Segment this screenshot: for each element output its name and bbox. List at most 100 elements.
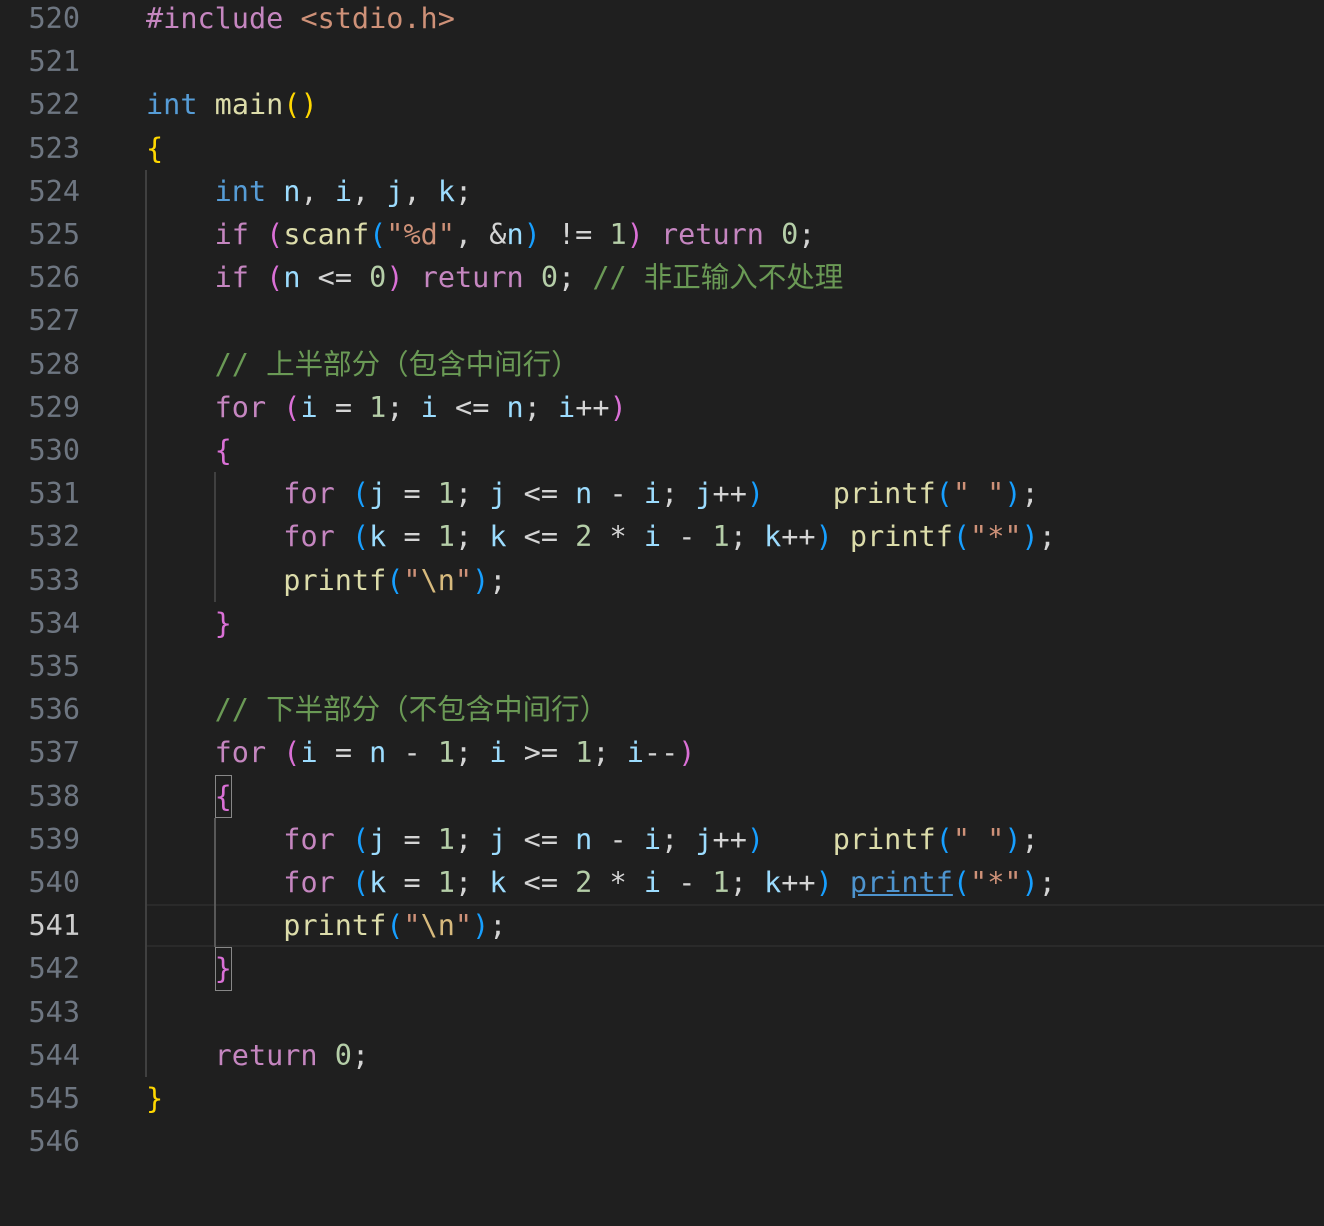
code-token: k <box>369 866 387 899</box>
code-token: " <box>454 909 473 943</box>
code-token: = <box>334 390 352 424</box>
code-token: = <box>403 822 421 856</box>
code-line[interactable]: 535 <box>0 645 1324 688</box>
code-text: if (n <= 0) return 0; // 非正输入不处理 <box>146 256 844 299</box>
code-line[interactable]: 545} <box>0 1077 1324 1120</box>
code-token: 1 <box>437 477 455 511</box>
code-line[interactable]: 531 for (j = 1; j <= n - i; j++) printf(… <box>0 472 1324 515</box>
code-line[interactable]: 544 return 0; <box>0 1034 1324 1077</box>
matched-bracket: } <box>214 947 232 991</box>
code-text: #include <stdio.h> <box>146 0 455 40</box>
code-line[interactable]: 533 printf("\n"); <box>0 559 1324 602</box>
code-text: } <box>146 947 232 991</box>
code-line[interactable]: 532 for (k = 1; k <= 2 * i - 1; k++) pri… <box>0 515 1324 558</box>
code-editor[interactable]: 520 #include <stdio.h> 521 522 int main() 523… <box>0 0 1324 1226</box>
code-token: j <box>386 174 404 208</box>
code-token: printf <box>283 909 387 943</box>
code-line[interactable]: 542 } <box>0 947 1324 991</box>
code-token: #include <box>146 2 284 35</box>
code-line[interactable]: 529 for (i = 1; i <= n; i++) <box>0 386 1324 429</box>
code-token: if <box>214 218 249 251</box>
code-token: ) <box>609 390 627 424</box>
code-line[interactable]: 536 // 下半部分（不包含中间行） <box>0 688 1324 731</box>
line-number: 546 <box>28 1125 80 1159</box>
code-text: for (k = 1; k <= 2 * i - 1; k++) printf(… <box>146 515 1056 558</box>
code-token: 1 <box>609 218 627 251</box>
code-text: int n, i, j, k; <box>146 170 473 213</box>
code-token: i <box>300 736 318 770</box>
code-token: i <box>626 736 644 770</box>
code-text: { <box>146 429 232 472</box>
code-token: \n <box>420 909 455 943</box>
code-token: } <box>146 1082 164 1115</box>
code-line[interactable]: 539 for (j = 1; j <= n - i; j++) printf(… <box>0 818 1324 861</box>
code-line[interactable]: 520 #include <stdio.h> <box>0 0 1324 40</box>
code-line[interactable]: 537 for (i = n - 1; i >= 1; i--) <box>0 731 1324 774</box>
code-token: ; <box>661 822 679 856</box>
code-token: + <box>729 477 747 511</box>
code-token: ( <box>952 866 971 899</box>
code-token: , <box>351 174 370 208</box>
code-line[interactable]: 543 <box>0 991 1324 1034</box>
code-token: " " <box>952 477 1005 511</box>
code-line[interactable]: 525 if (scanf("%d", &n) != 1) return 0; <box>0 213 1324 256</box>
code-token: ; <box>729 866 747 899</box>
code-line[interactable]: 522 int main() <box>0 83 1324 126</box>
code-token: , <box>300 174 318 208</box>
code-line[interactable]: 538 { <box>0 774 1324 818</box>
code-token: = <box>540 477 558 511</box>
code-token: , <box>454 218 473 251</box>
code-token: = <box>403 520 421 554</box>
code-token: < <box>455 390 473 424</box>
line-number: 528 <box>28 347 80 381</box>
code-token: ( <box>351 520 370 554</box>
code-line[interactable]: 521 <box>0 40 1324 83</box>
code-token: printf <box>283 563 387 597</box>
code-token: ; <box>489 909 507 943</box>
code-line[interactable]: 523 { <box>0 127 1324 170</box>
line-number: 520 <box>28 2 80 35</box>
code-token: ; <box>1021 822 1039 856</box>
code-line[interactable]: 526 if (n <= 0) return 0; // 非正输入不处理 <box>0 256 1324 299</box>
code-token: ) <box>815 520 833 554</box>
code-token: = <box>540 736 559 770</box>
code-line[interactable]: 540 for (k = 1; k <= 2 * i - 1; k++) pri… <box>0 861 1324 904</box>
code-token: ( <box>935 822 953 856</box>
code-line[interactable]: 541 printf("\n"); <box>0 904 1324 948</box>
code-line[interactable]: 534 } <box>0 602 1324 645</box>
code-line[interactable]: 524 int n, i, j, k; <box>0 170 1324 213</box>
code-token: ( <box>952 520 971 554</box>
code-line[interactable]: 528 // 上半部分（包含中间行） <box>0 343 1324 386</box>
code-line[interactable]: 527 <box>0 299 1324 342</box>
code-token: k <box>764 520 782 554</box>
code-line[interactable]: 546 <box>0 1120 1324 1163</box>
code-token: ( <box>369 218 387 251</box>
code-token: n <box>283 261 301 295</box>
line-number: 541 <box>28 909 80 943</box>
code-token: for <box>283 822 335 856</box>
code-token: return <box>660 218 764 251</box>
code-text: } <box>146 1077 163 1120</box>
code-token: - <box>643 736 662 770</box>
code-line[interactable]: 530 { <box>0 429 1324 472</box>
code-token: k <box>764 866 782 899</box>
